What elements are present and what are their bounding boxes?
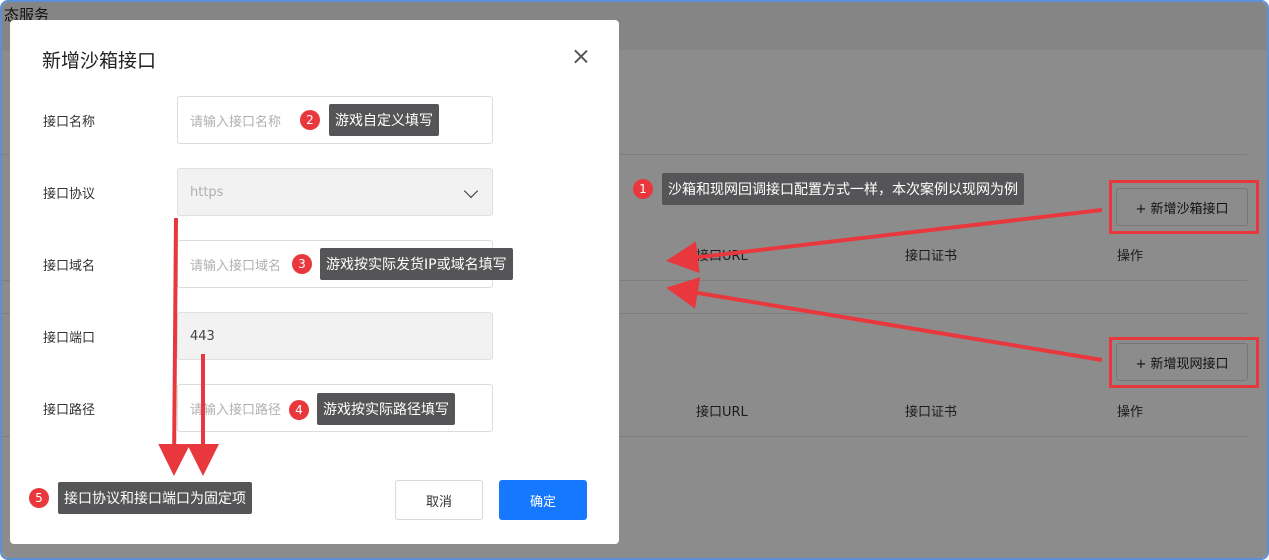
screenshot-frame: 态服务 + 新增沙箱接口 接口URL 接口证书 操作 + 新增现网接口 接口UR… xyxy=(0,0,1269,560)
annotation-callout-2: 游戏自定义填写 xyxy=(329,104,439,136)
close-icon[interactable] xyxy=(572,48,590,66)
annotation-badge-3: 3 xyxy=(292,254,312,274)
interface-port-input[interactable]: 443 xyxy=(177,312,493,360)
field-label-name: 接口名称 xyxy=(43,115,96,130)
field-label-domain: 接口域名 xyxy=(43,259,96,274)
annotation-callout-3: 游戏按实际发货IP或域名填写 xyxy=(320,248,513,280)
interface-port-value: 443 xyxy=(190,328,215,344)
annotation-callout-5: 接口协议和接口端口为固定项 xyxy=(58,482,252,514)
interface-path-placeholder: 请输入接口路径 xyxy=(190,402,282,418)
interface-protocol-select[interactable]: https xyxy=(177,168,493,216)
field-label-path: 接口路径 xyxy=(43,403,96,418)
annotation-callout-1: 沙箱和现网回调接口配置方式一样，本次案例以现网为例 xyxy=(662,173,1024,205)
confirm-button[interactable]: 确定 xyxy=(499,480,587,520)
annotation-badge-5: 5 xyxy=(29,488,49,508)
add-sandbox-dialog: 新增沙箱接口 接口名称 请输入接口名称 接口协议 https 接口域名 请输入接… xyxy=(10,20,619,544)
annotation-badge-2: 2 xyxy=(300,110,320,130)
annotation-badge-1: 1 xyxy=(633,179,653,199)
protocol-selected-value: https xyxy=(190,184,224,200)
dialog-title: 新增沙箱接口 xyxy=(42,50,157,72)
field-label-port: 接口端口 xyxy=(43,331,96,346)
annotation-badge-4: 4 xyxy=(289,400,309,420)
chevron-down-icon xyxy=(463,183,479,199)
interface-name-placeholder: 请输入接口名称 xyxy=(190,114,282,130)
highlight-box-production xyxy=(1109,337,1259,388)
field-label-protocol: 接口协议 xyxy=(43,187,96,202)
annotation-callout-4: 游戏按实际路径填写 xyxy=(317,393,455,425)
highlight-box-sandbox xyxy=(1109,180,1259,234)
cancel-button[interactable]: 取消 xyxy=(395,480,483,520)
interface-domain-placeholder: 请输入接口域名 xyxy=(190,258,282,274)
